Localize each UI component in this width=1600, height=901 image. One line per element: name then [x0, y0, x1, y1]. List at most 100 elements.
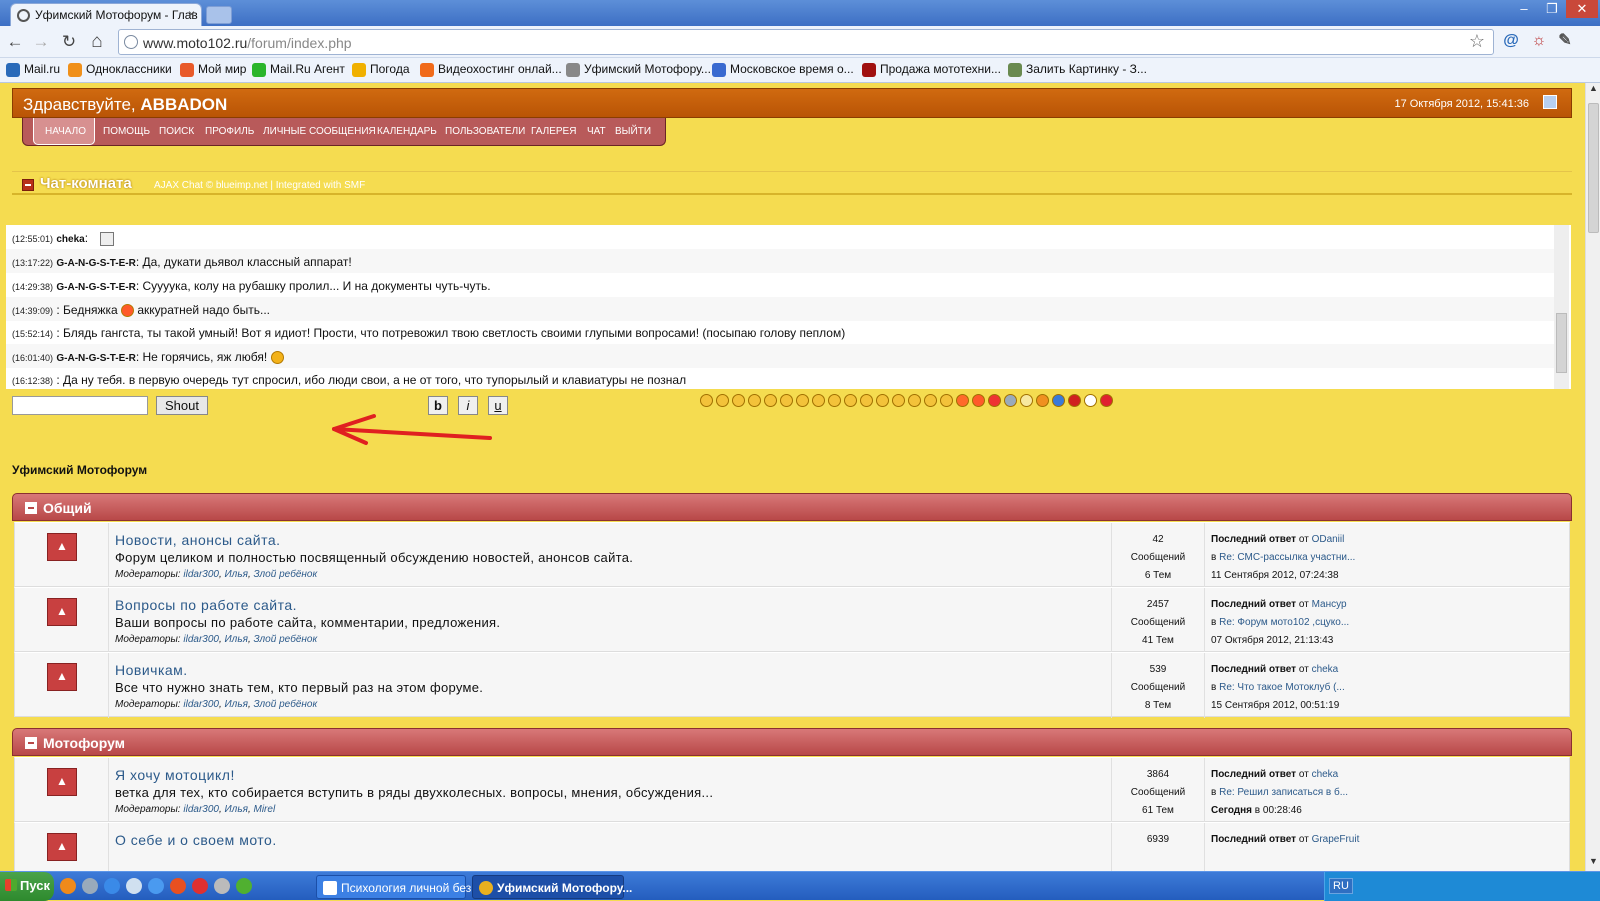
bookmark-item[interactable]: Московское время о... — [712, 62, 854, 77]
smiley-icon[interactable] — [700, 394, 713, 407]
board-name-link[interactable]: Новичкам. — [115, 662, 188, 678]
italic-button[interactable]: i — [458, 396, 478, 415]
smiley-icon[interactable] — [796, 394, 809, 407]
mail-agent-icon[interactable]: @ — [1500, 30, 1522, 52]
ie-icon[interactable] — [104, 878, 120, 894]
collapse-category-icon[interactable] — [25, 502, 37, 514]
moderator-link[interactable]: Илья — [225, 634, 248, 645]
menu-item-5[interactable]: Календарь — [377, 126, 437, 137]
smiley-icon[interactable] — [1052, 394, 1065, 407]
taskbar-item-word[interactable]: Психология личной без... — [316, 875, 481, 899]
last-topic-link[interactable]: Re: Решил записаться в б... — [1219, 787, 1348, 798]
moderator-link[interactable]: Злой ребёнок — [254, 699, 318, 710]
menu-item-2[interactable]: Поиск — [159, 126, 194, 137]
smiley-icon[interactable] — [1020, 394, 1033, 407]
last-topic-link[interactable]: Re: СМС-рассылка участни... — [1219, 552, 1355, 563]
board-name-link[interactable]: Вопросы по работе сайта. — [115, 597, 297, 613]
smiley-icon[interactable] — [924, 394, 937, 407]
last-post-user[interactable]: cheka — [1312, 664, 1339, 675]
shout-input[interactable] — [12, 396, 148, 415]
chrome-icon[interactable] — [236, 878, 252, 894]
chat-user[interactable]: G-A-N-G-S-T-E-R — [56, 258, 135, 269]
smiley-icon[interactable] — [844, 394, 857, 407]
board-name-link[interactable]: Новости, анонсы сайта. — [115, 532, 281, 548]
moderator-link[interactable]: Злой ребёнок — [254, 569, 318, 580]
moderator-link[interactable]: ildar300 — [183, 634, 219, 645]
page-scroll-thumb[interactable] — [1588, 103, 1599, 233]
new-tab-button[interactable] — [206, 6, 232, 24]
chat-user[interactable]: cheka — [56, 234, 84, 245]
language-indicator[interactable]: RU — [1329, 878, 1353, 894]
bookmark-item[interactable]: Мой мир — [180, 62, 246, 77]
menu-item-7[interactable]: Галерея — [531, 126, 576, 137]
back-arrow-icon[interactable]: ← — [4, 31, 26, 53]
last-post-user[interactable]: cheka — [1312, 769, 1339, 780]
address-bar[interactable]: www.moto102.ru/forum/index.php ☆ — [118, 29, 1494, 55]
tab-close-icon[interactable]: × — [188, 7, 195, 21]
quicklaunch-icon[interactable] — [214, 878, 230, 894]
moderator-link[interactable]: ildar300 — [183, 699, 219, 710]
smiley-icon[interactable] — [908, 394, 921, 407]
home-icon[interactable]: ⌂ — [86, 31, 108, 53]
smiley-icon[interactable] — [1084, 394, 1097, 407]
collapse-chat-icon[interactable] — [22, 179, 34, 191]
smiley-icon[interactable] — [876, 394, 889, 407]
last-post-user[interactable]: ODaniil — [1312, 534, 1345, 545]
chat-scrollbar[interactable] — [1554, 225, 1569, 389]
last-post-user[interactable]: GrapeFruit — [1312, 834, 1360, 845]
smiley-icon[interactable] — [1068, 394, 1081, 407]
smiley-icon[interactable] — [1100, 394, 1113, 407]
maximize-button[interactable]: ❐ — [1538, 0, 1566, 18]
bookmark-item[interactable]: Видеохостинг онлай... — [420, 62, 562, 77]
chat-scroll-thumb[interactable] — [1556, 313, 1567, 373]
smiley-icon[interactable] — [1036, 394, 1049, 407]
chat-user[interactable]: G-A-N-G-S-T-E-R — [56, 353, 135, 364]
extension-icon[interactable]: ☼ — [1528, 30, 1550, 52]
forward-arrow-icon[interactable]: → — [30, 31, 52, 53]
close-window-button[interactable]: ✕ — [1566, 0, 1598, 18]
category-name[interactable]: Мотофорум — [43, 735, 125, 751]
smiley-icon[interactable] — [972, 394, 985, 407]
smiley-icon[interactable] — [732, 394, 745, 407]
shout-button[interactable]: Shout — [156, 396, 208, 415]
collapse-category-icon[interactable] — [25, 737, 37, 749]
start-button[interactable]: Пуск — [0, 872, 54, 901]
quicklaunch-icon[interactable] — [170, 878, 186, 894]
quicklaunch-icon[interactable] — [126, 878, 142, 894]
page-scrollbar[interactable]: ▲ ▼ — [1585, 83, 1600, 871]
smiley-icon[interactable] — [988, 394, 1001, 407]
bookmark-item[interactable]: Уфимский Мотофору... — [566, 62, 711, 77]
taskbar-item-chrome[interactable]: Уфимский Мотофору... — [472, 875, 632, 899]
smiley-icon[interactable] — [828, 394, 841, 407]
smiley-icon[interactable] — [716, 394, 729, 407]
username[interactable]: ABBADON — [140, 95, 227, 114]
bookmark-star-icon[interactable]: ☆ — [1469, 31, 1485, 52]
moderator-link[interactable]: Илья — [225, 699, 248, 710]
scroll-up-icon[interactable]: ▲ — [1586, 83, 1600, 98]
bookmark-item[interactable]: Mail.Ru Агент — [252, 62, 345, 77]
smiley-icon[interactable] — [860, 394, 873, 407]
bookmark-item[interactable]: Погода — [352, 62, 410, 77]
last-topic-link[interactable]: Re: Что такое Мотоклуб (... — [1219, 682, 1345, 693]
moderator-link[interactable]: ildar300 — [183, 569, 219, 580]
quicklaunch-icon[interactable] — [148, 878, 164, 894]
smiley-icon[interactable] — [940, 394, 953, 407]
browser-tab[interactable]: Уфимский Мотофорум - Глав × — [10, 3, 202, 26]
scroll-down-icon[interactable]: ▼ — [1586, 856, 1600, 871]
smiley-icon[interactable] — [764, 394, 777, 407]
quicklaunch-icon[interactable] — [192, 878, 208, 894]
last-post-user[interactable]: Мансур — [1312, 599, 1347, 610]
wrench-icon[interactable]: ✎ — [1554, 30, 1576, 52]
menu-item-1[interactable]: Помощь — [103, 126, 150, 137]
menu-item-6[interactable]: Пользователи — [445, 126, 525, 137]
minimize-button[interactable]: – — [1510, 0, 1538, 18]
smiley-icon[interactable] — [748, 394, 761, 407]
forum-title[interactable]: Уфимский Мотофорум — [12, 463, 147, 477]
moderator-link[interactable]: Злой ребёнок — [254, 634, 318, 645]
moderator-link[interactable]: ildar300 — [183, 804, 219, 815]
smiley-icon[interactable] — [956, 394, 969, 407]
board-name-link[interactable]: О себе и о своем мото. — [115, 832, 277, 848]
collapse-header-icon[interactable] — [1543, 95, 1557, 109]
reload-icon[interactable]: ↻ — [58, 31, 80, 53]
bold-button[interactable]: b — [428, 396, 448, 415]
